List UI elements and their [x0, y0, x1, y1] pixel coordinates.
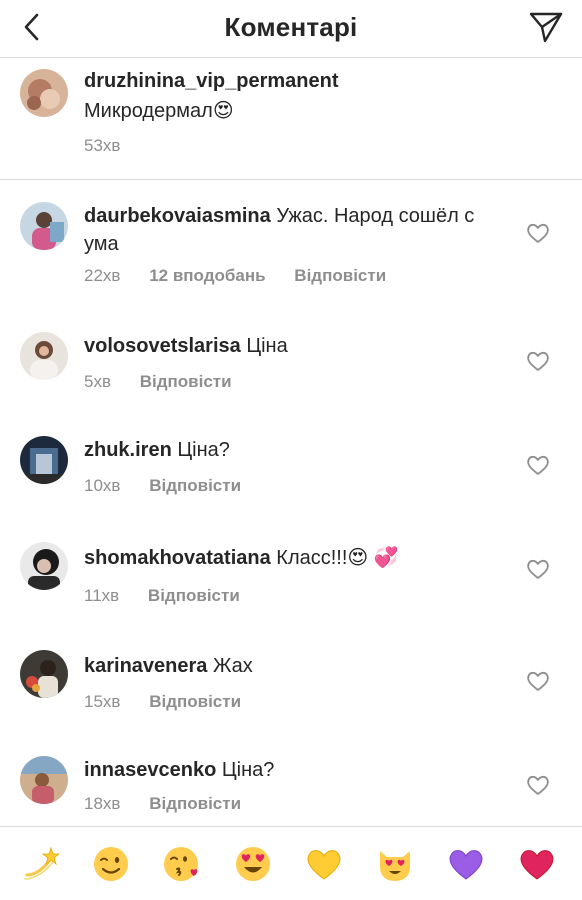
comment-time: 10хв	[84, 476, 121, 495]
comment-username[interactable]: daurbekovaiasmina	[84, 205, 271, 227]
likes-count[interactable]: 12 вподобань	[149, 266, 265, 285]
comment-meta: 18хв Відповісти	[84, 794, 265, 814]
winking-face-icon	[94, 847, 128, 881]
post-caption: druzhinina_vip_permanent Микродермал😍 53…	[0, 58, 582, 180]
comment-time: 11хв	[84, 586, 120, 605]
red-heart-icon	[520, 850, 554, 880]
face-blowing-kiss-emoji-button[interactable]	[163, 845, 201, 883]
like-button[interactable]	[526, 350, 550, 372]
reply-button[interactable]: Відповісти	[148, 586, 240, 605]
purple-heart-icon	[449, 850, 483, 880]
heart-icon	[527, 351, 549, 371]
comment-text: Ціна?	[177, 439, 230, 461]
comment-item: daurbekovaiasmina Ужас. Народ сошёл с ум…	[0, 180, 582, 302]
comment-username[interactable]: shomakhovatatiana	[84, 547, 271, 569]
reply-button[interactable]: Відповісти	[140, 372, 232, 391]
comment-meta: 10хв Відповісти	[84, 476, 265, 496]
comment-body: shomakhovatatiana Класс!!!😍 💞	[84, 544, 504, 572]
comment-item: karinavenera Жах 15хв Відповісти	[0, 622, 582, 726]
avatar[interactable]	[20, 69, 68, 117]
paper-plane-icon	[529, 12, 563, 43]
heart-eyes-emoji: 😍	[212, 100, 234, 122]
emoji-reactions: 😍 💞	[347, 547, 399, 569]
comment-username[interactable]: zhuk.iren	[84, 439, 172, 461]
comment-username[interactable]: karinavenera	[84, 655, 207, 677]
comment-username[interactable]: innasevcenko	[84, 759, 216, 781]
comment-body: volosovetslarisa Ціна	[84, 332, 504, 360]
caption-text: Микродермал	[84, 100, 213, 122]
comment-time: 18хв	[84, 794, 121, 813]
comment-item: zhuk.iren Ціна? 10хв Відповісти	[0, 406, 582, 510]
comment-meta: 11хв Відповісти	[84, 586, 264, 606]
comment-time: 15хв	[84, 692, 121, 711]
comment-body: karinavenera Жах	[84, 652, 504, 680]
caption-meta: 53хв	[84, 136, 144, 156]
purple-heart-emoji-button[interactable]	[447, 845, 485, 883]
reply-button[interactable]: Відповісти	[294, 266, 386, 285]
emoji-reaction-bar	[0, 826, 582, 900]
yellow-heart-icon	[307, 850, 341, 880]
comment-text: Ціна	[246, 335, 288, 357]
comment-item: innasevcenko Ціна? 18хв Відповісти	[0, 726, 582, 826]
heart-icon	[527, 559, 549, 579]
caption-username[interactable]: druzhinina_vip_permanent	[84, 70, 554, 93]
reply-button[interactable]: Відповісти	[149, 692, 241, 711]
heart-eyes-cat-icon	[380, 851, 410, 881]
avatar[interactable]	[20, 756, 68, 804]
caption-time: 53хв	[84, 136, 121, 155]
comment-item: volosovetslarisa Ціна 5хв Відповісти	[0, 302, 582, 406]
red-heart-emoji-button[interactable]	[518, 845, 556, 883]
comment-body: daurbekovaiasmina Ужас. Народ сошёл с ум…	[84, 202, 504, 258]
comment-text: Жах	[212, 655, 253, 677]
like-button[interactable]	[526, 774, 550, 796]
comment-text: Ціна?	[221, 759, 275, 781]
comment-meta: 5хв Відповісти	[84, 372, 256, 392]
dizzy-emoji-button[interactable]	[21, 845, 61, 883]
yellow-heart-emoji-button[interactable]	[305, 845, 343, 883]
like-button[interactable]	[526, 454, 550, 476]
reply-button[interactable]: Відповісти	[149, 476, 241, 495]
heart-icon	[527, 671, 549, 691]
avatar[interactable]	[20, 202, 68, 250]
comment-text: Класс!!!	[276, 547, 348, 569]
comment-meta: 22хв 12 вподобань Відповісти	[84, 266, 410, 286]
comment-time: 22хв	[84, 266, 121, 285]
heart-eyes-cat-emoji-button[interactable]	[376, 845, 414, 883]
avatar[interactable]	[20, 650, 68, 698]
heart-icon	[527, 775, 549, 795]
page-title: Коментарі	[224, 12, 358, 42]
header-bar: Коментарі	[0, 0, 582, 58]
heart-eyes-emoji-button[interactable]	[234, 845, 272, 883]
like-button[interactable]	[526, 670, 550, 692]
like-button[interactable]	[526, 222, 550, 244]
comment-meta: 15хв Відповісти	[84, 692, 265, 712]
avatar[interactable]	[20, 332, 68, 380]
heart-eyes-face-icon	[236, 847, 270, 881]
avatar[interactable]	[20, 436, 68, 484]
heart-icon	[527, 223, 549, 243]
comment-item: shomakhovatatiana Класс!!!😍 💞 11хв Відпо…	[0, 510, 582, 622]
avatar[interactable]	[20, 542, 68, 590]
comment-username[interactable]: volosovetslarisa	[84, 335, 241, 357]
comment-time: 5хв	[84, 372, 111, 391]
winking-face-emoji-button[interactable]	[92, 845, 130, 883]
comment-body: zhuk.iren Ціна?	[84, 436, 504, 464]
heart-icon	[527, 455, 549, 475]
dizzy-icon	[24, 846, 61, 880]
comment-body: innasevcenko Ціна?	[84, 756, 504, 784]
share-button[interactable]	[528, 10, 564, 44]
face-blowing-kiss-icon	[164, 847, 198, 881]
like-button[interactable]	[526, 558, 550, 580]
reply-button[interactable]: Відповісти	[149, 794, 241, 813]
